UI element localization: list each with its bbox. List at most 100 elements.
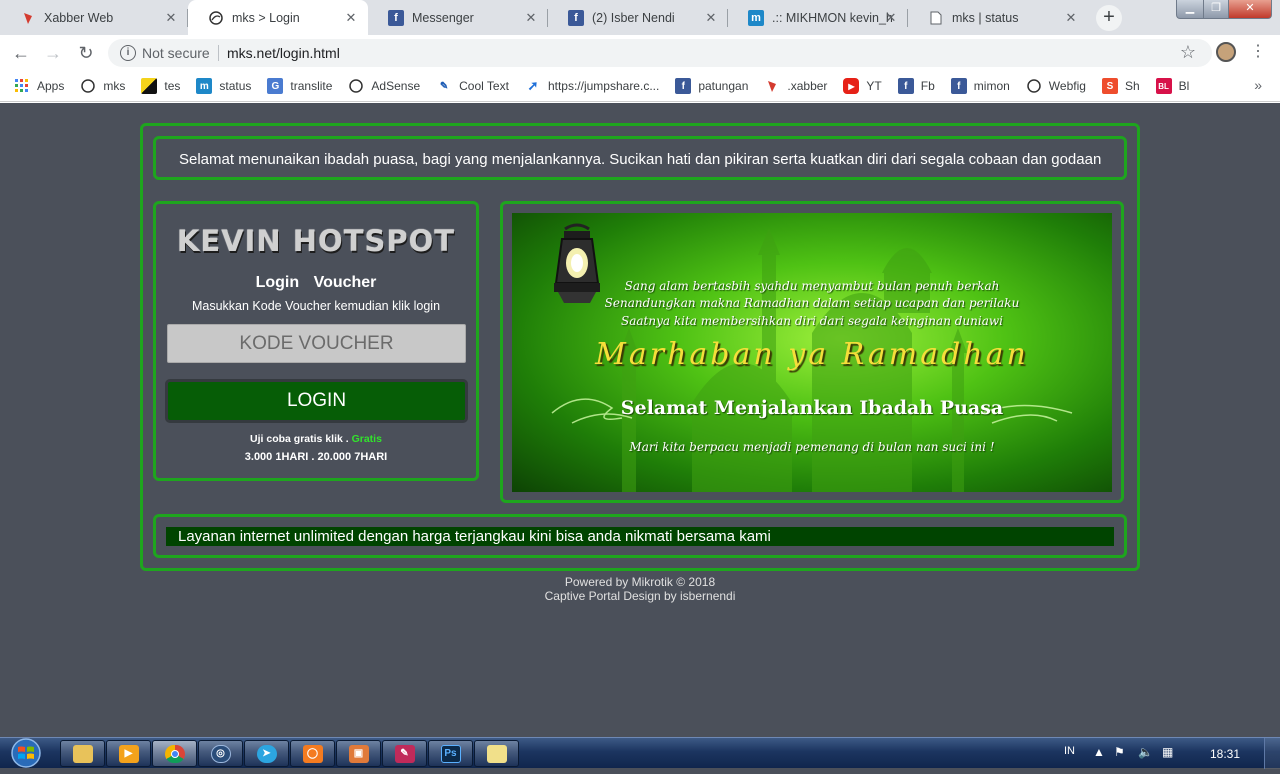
footer: Powered by Mikrotik © 2018 Captive Porta… <box>0 575 1280 603</box>
bookmarks-more-button[interactable]: » <box>1254 77 1262 93</box>
bookmark-sh[interactable]: S Sh <box>1101 78 1140 94</box>
hotspot-login-page: Selamat menunaikan ibadah puasa, bagi ya… <box>0 103 1280 737</box>
address-bar[interactable]: i Not secure mks.net/login.html ☆ <box>108 39 1212 67</box>
tab-messenger[interactable]: f Messenger ✕ <box>368 0 548 35</box>
bookmark-fb[interactable]: f Fb <box>897 78 935 94</box>
tab-title: mks | status <box>952 10 1019 25</box>
tab-title: (2) Isber Nendi <box>592 10 675 25</box>
explorer-icon <box>72 744 93 763</box>
taskbar-photoshop[interactable]: Ps <box>428 740 473 767</box>
banner-line-2: Senandungkan makna Ramadhan dalam setiap… <box>604 296 1020 310</box>
bookmark-bl[interactable]: BL Bl <box>1155 78 1189 94</box>
tab-isber-nendi[interactable]: f (2) Isber Nendi ✕ <box>548 0 728 35</box>
taskbar-notepad[interactable] <box>474 740 519 767</box>
close-window-button[interactable]: ✕ <box>1228 0 1272 19</box>
star-icon[interactable]: ☆ <box>1180 42 1196 63</box>
login-button[interactable]: LOGIN <box>165 379 468 423</box>
tray-expand-icon[interactable]: ▲ <box>1093 745 1105 759</box>
marquee-text: Selamat menunaikan ibadah puasa, bagi ya… <box>179 151 1102 168</box>
reload-button[interactable]: ↻ <box>75 43 97 63</box>
footer-powered-by: Powered by Mikrotik © 2018 <box>564 575 716 589</box>
chrome-icon <box>164 744 185 763</box>
login-instruction: Masukkan Kode Voucher kemudian klik logi… <box>191 299 441 313</box>
tab-xabber[interactable]: Xabber Web ✕ <box>0 0 188 35</box>
close-icon[interactable]: ✕ <box>344 10 358 26</box>
login-panel: KEVIN HOTSPOT Login Voucher Masukkan Kod… <box>153 201 479 481</box>
price-list: 3.000 1HARI . 20.000 7HARI <box>244 451 388 463</box>
tab-title: mks > Login <box>232 10 300 25</box>
orange-app-icon: ◯ <box>302 744 323 763</box>
close-icon[interactable]: ✕ <box>704 10 718 26</box>
xabber-icon <box>764 78 780 94</box>
bookmark-cool-text[interactable]: ✎ Cool Text <box>436 78 509 94</box>
bookmark-jumpshare[interactable]: ➚ https://jumpshare.c... <box>525 78 659 94</box>
taskbar-chrome[interactable] <box>152 740 197 767</box>
mikrotik-icon <box>208 10 224 26</box>
menu-icon[interactable]: ⋮ <box>1250 42 1266 62</box>
voucher-input[interactable] <box>167 324 466 363</box>
minimize-button[interactable]: ▁ <box>1176 0 1204 19</box>
url-text[interactable]: mks.net/login.html <box>227 45 340 61</box>
taskbar-orange-app[interactable]: ◯ <box>290 740 335 767</box>
tab-strip: Xabber Web ✕ mks > Login ✕ f Messenger ✕… <box>0 0 1280 35</box>
tab-title: .:: MIKHMON kevin_h <box>772 10 892 25</box>
taskbar-editor[interactable]: ✎ <box>382 740 427 767</box>
bookmark-yt[interactable]: ▶ YT <box>843 78 882 94</box>
close-icon[interactable]: ✕ <box>1064 10 1078 26</box>
mikrotik-icon <box>348 78 364 94</box>
ramadhan-banner: Sang alam bertasbih syahdu menyambut bul… <box>512 213 1112 492</box>
bookmark-status[interactable]: m status <box>196 78 251 94</box>
bookmark-xabber[interactable]: .xabber <box>764 78 827 94</box>
tab-mks-login[interactable]: mks > Login ✕ <box>188 0 368 35</box>
windows-logo-icon <box>11 738 41 768</box>
taskbar-winbox[interactable]: ◎ <box>198 740 243 767</box>
info-icon[interactable]: i <box>120 45 136 61</box>
action-center-flag-icon[interactable]: ⚑ <box>1114 745 1125 759</box>
tab-mks-status[interactable]: mks | status ✕ <box>908 0 1088 35</box>
network-icon[interactable]: ▦ <box>1162 745 1173 759</box>
taskbar-explorer[interactable] <box>60 740 105 767</box>
bottom-marquee: Layanan internet unlimited dengan harga … <box>153 514 1127 558</box>
back-button[interactable]: ← <box>10 43 32 63</box>
close-icon[interactable]: ✕ <box>164 10 178 26</box>
maximize-button[interactable]: ❐ <box>1203 0 1229 19</box>
logo: KEVIN HOTSPOT <box>176 224 456 258</box>
top-marquee: Selamat menunaikan ibadah puasa, bagi ya… <box>153 136 1127 180</box>
bookmark-apps[interactable]: Apps <box>14 78 64 94</box>
language-indicator[interactable]: IN <box>1064 745 1075 757</box>
bookmark-patungan[interactable]: f patungan <box>675 78 748 94</box>
clock[interactable]: 18:31 <box>1210 747 1240 761</box>
forward-button[interactable]: → <box>42 43 64 63</box>
bukalapak-icon: BL <box>1155 78 1172 94</box>
bookmark-adsense[interactable]: AdSense <box>348 78 420 94</box>
taskbar-telegram[interactable]: ➤ <box>244 740 289 767</box>
close-icon[interactable]: ✕ <box>524 10 538 26</box>
banner-subheadline: Selamat Menjalankan Ibadah Puasa <box>620 397 1004 419</box>
page-icon <box>928 10 944 26</box>
xabber-icon <box>20 10 36 26</box>
start-button[interactable] <box>6 738 46 769</box>
bookmark-mimon[interactable]: f mimon <box>950 78 1010 94</box>
bookmark-webfig[interactable]: Webfig <box>1026 78 1086 94</box>
close-icon[interactable]: ✕ <box>884 10 898 26</box>
taskbar-media-player[interactable]: ▶ <box>106 740 151 767</box>
tab-mikhmon[interactable]: m .:: MIKHMON kevin_h ✕ <box>728 0 908 35</box>
winbox-icon: ◎ <box>210 744 231 763</box>
editor-icon: ✎ <box>394 744 415 763</box>
taskbar-image-app[interactable]: ▣ <box>336 740 381 767</box>
bookmark-tes[interactable]: tes <box>141 78 180 94</box>
show-desktop-button[interactable] <box>1264 738 1280 769</box>
tes-icon <box>141 78 158 94</box>
browser-chrome: Xabber Web ✕ mks > Login ✕ f Messenger ✕… <box>0 0 1280 103</box>
media-player-icon: ▶ <box>118 744 139 763</box>
bookmark-translite[interactable]: Gtranslite <box>267 78 332 94</box>
mikhmon-icon: m <box>748 9 764 26</box>
tab-title: Messenger <box>412 10 474 25</box>
banner-line-4: Mari kita berpacu menjadi pemenang di bu… <box>629 440 995 454</box>
trial-link[interactable]: Gratis <box>352 433 382 445</box>
new-tab-button[interactable]: + <box>1096 5 1122 31</box>
mikhmon-icon: m <box>196 78 213 94</box>
volume-icon[interactable]: 🔈 <box>1138 745 1153 759</box>
avatar[interactable] <box>1216 42 1236 62</box>
bookmark-mks[interactable]: mks <box>80 78 125 94</box>
